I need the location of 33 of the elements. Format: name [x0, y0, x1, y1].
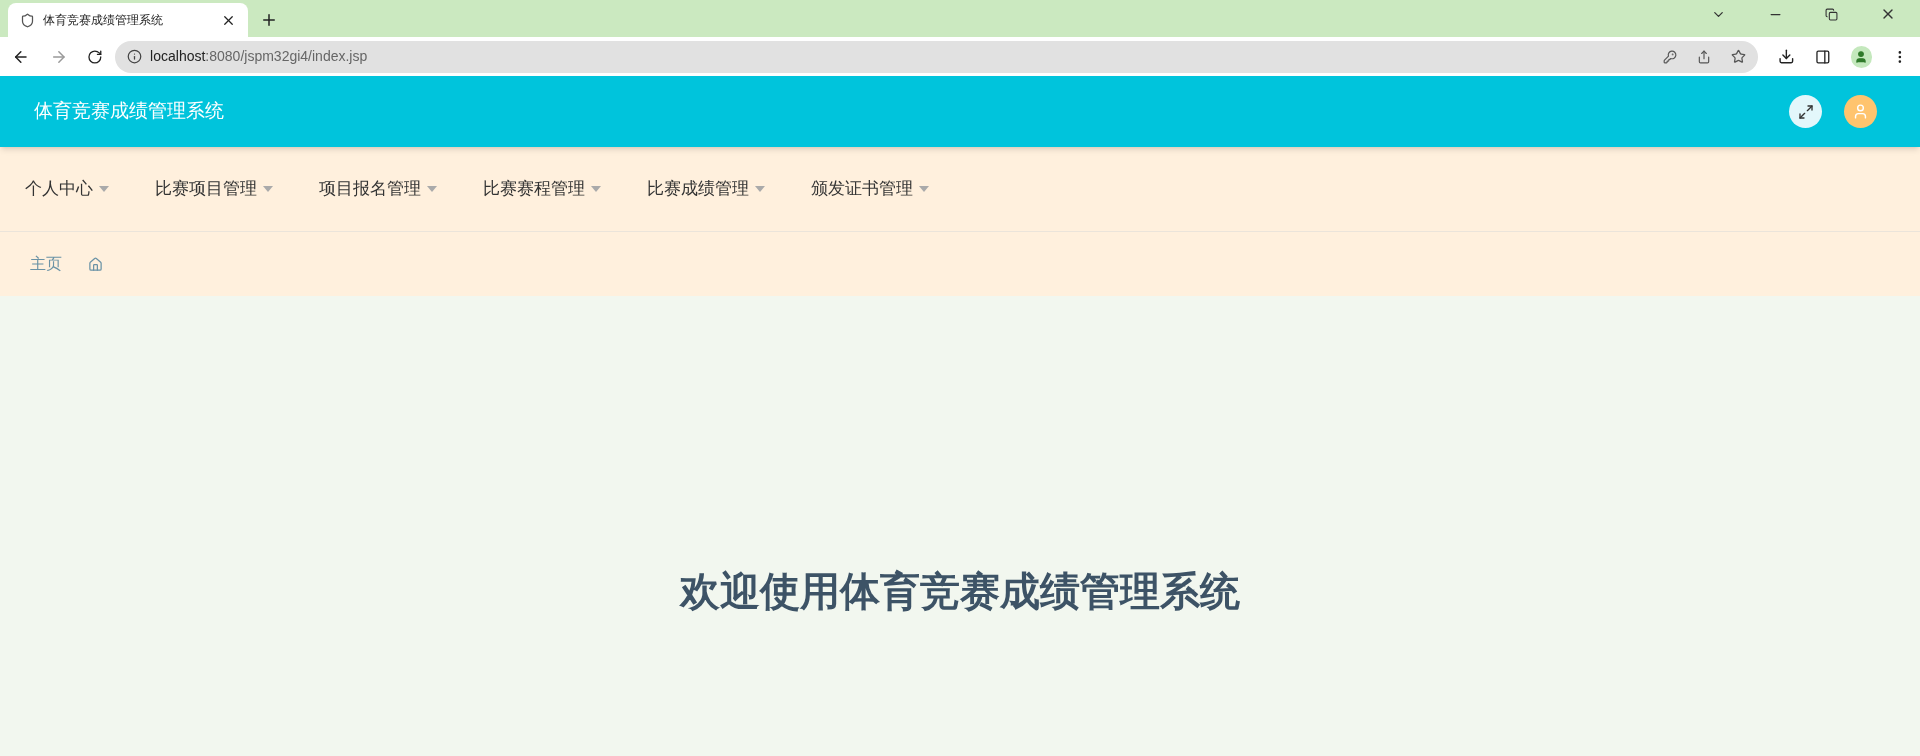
profile-avatar[interactable] — [1850, 45, 1873, 68]
tab-title: 体育竞赛成绩管理系统 — [43, 12, 164, 29]
star-icon[interactable] — [1731, 49, 1747, 64]
home-icon[interactable] — [88, 256, 103, 272]
caret-icon — [591, 186, 601, 192]
nav-menu-item[interactable]: 比赛成绩管理 — [647, 176, 765, 202]
system-title: 体育竞赛成绩管理系统 — [34, 99, 224, 124]
caret-icon — [919, 186, 929, 192]
welcome-heading: 欢迎使用体育竞赛成绩管理系统 — [680, 568, 1240, 615]
nav-menu-item[interactable]: 项目报名管理 — [319, 176, 437, 202]
share-icon[interactable] — [1697, 49, 1712, 64]
user-icon — [1852, 103, 1869, 120]
nav-menu-item[interactable]: 比赛项目管理 — [155, 176, 273, 202]
new-tab-icon[interactable] — [260, 11, 278, 29]
caret-icon — [427, 186, 437, 192]
caret-icon — [99, 186, 109, 192]
key-icon[interactable] — [1663, 49, 1678, 64]
url-text: localhost:8080/jspm32gi4/index.jsp — [150, 47, 368, 66]
side-panel-icon[interactable] — [1814, 48, 1831, 65]
restore-icon[interactable] — [1825, 7, 1838, 21]
caret-icon — [755, 186, 765, 192]
address-bar[interactable]: localhost:8080/jspm32gi4/index.jsp — [115, 40, 1759, 73]
nav-menu-item[interactable]: 比赛赛程管理 — [483, 176, 601, 202]
shield-icon — [20, 12, 35, 28]
nav-menu-item[interactable]: 个人中心 — [25, 176, 109, 202]
browser-tab[interactable]: 体育竞赛成绩管理系统 — [8, 3, 248, 37]
nav-menu-item[interactable]: 颁发证书管理 — [811, 176, 929, 202]
fullscreen-button[interactable] — [1789, 95, 1822, 128]
reload-icon[interactable] — [87, 48, 104, 65]
download-icon[interactable] — [1778, 48, 1795, 65]
caret-icon — [263, 186, 273, 192]
expand-icon — [1797, 103, 1814, 120]
info-icon — [127, 49, 143, 64]
